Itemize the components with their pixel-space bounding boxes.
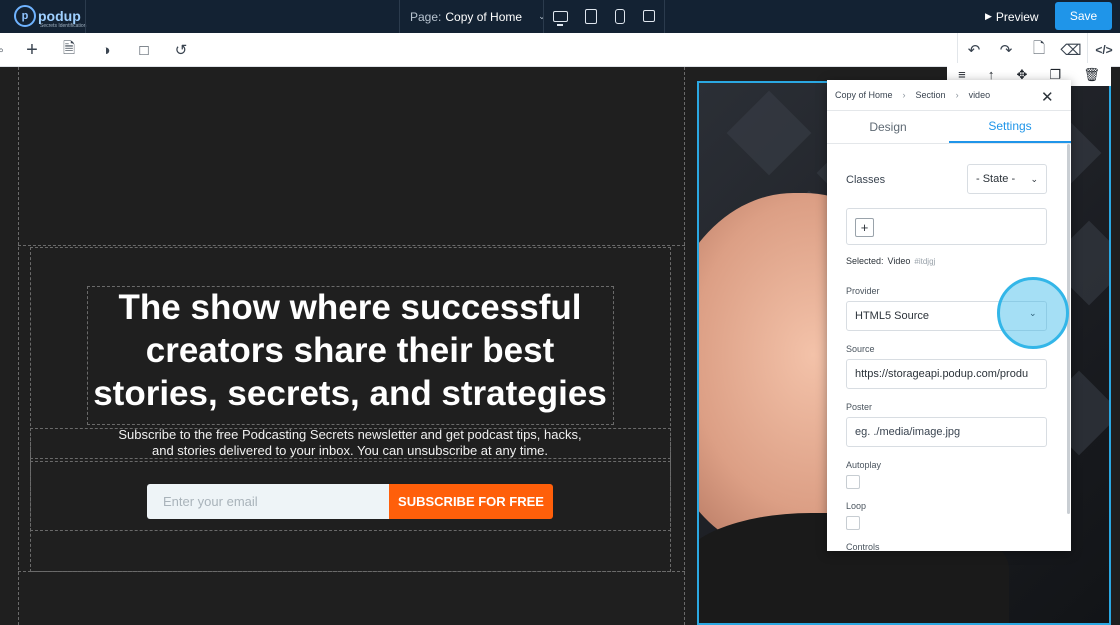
code-view-icon[interactable]: </> — [1095, 41, 1113, 59]
subtext-line: Subscribe to the free Podcasting Secrets… — [118, 427, 582, 442]
play-icon: ▶ — [985, 11, 992, 21]
autoplay-label: Autoplay — [846, 460, 882, 470]
divider — [543, 0, 544, 33]
tab-design[interactable]: Design — [827, 111, 949, 143]
panel-tabs: Design Settings — [827, 110, 1071, 144]
add-icon[interactable]: + — [23, 39, 41, 61]
email-input[interactable]: Enter your email — [147, 484, 389, 519]
logo-subtitle: Secrets Identification — [40, 23, 87, 29]
desktop-icon — [552, 10, 568, 26]
breadcrumb-item[interactable]: Copy of Home — [835, 90, 893, 100]
hero-subtext[interactable]: Subscribe to the free Podcasting Secrets… — [40, 427, 660, 459]
divider — [957, 33, 958, 67]
history-icon[interactable]: ↺ — [172, 41, 190, 59]
panel-scrollbar[interactable] — [1067, 144, 1070, 514]
breadcrumb-item[interactable]: video — [969, 90, 991, 100]
source-input[interactable]: https://storageapi.podup.com/produ — [846, 359, 1047, 389]
trash-icon[interactable]: 🗑 — [1083, 67, 1100, 83]
controls-label: Controls — [846, 542, 880, 551]
divider — [1087, 33, 1088, 67]
selected-element-info: Selected: Video #itdjgj — [846, 256, 935, 266]
eraser-icon[interactable]: ⌫ — [1060, 41, 1081, 59]
logo-mark-icon: p — [14, 5, 36, 27]
save-button[interactable]: Save — [1055, 2, 1112, 30]
breadcrumb-item[interactable]: Section — [916, 90, 946, 100]
code-file-icon[interactable]: 🗋 — [1030, 40, 1048, 59]
autoplay-checkbox[interactable] — [846, 475, 860, 489]
chevron-down-icon: ⌄ — [1030, 173, 1038, 184]
chevron-right-icon: › — [955, 90, 959, 100]
tab-settings[interactable]: Settings — [949, 111, 1071, 143]
selected-label: Selected: — [846, 256, 884, 266]
mobile-view-button[interactable] — [612, 7, 628, 25]
state-select[interactable]: - State - ⌄ — [967, 164, 1047, 194]
loop-label: Loop — [846, 501, 867, 511]
logo-text: podup — [38, 8, 81, 24]
chevron-right-icon: › — [902, 90, 906, 100]
hero-headline[interactable]: The show where successful creators share… — [86, 286, 614, 415]
divider — [399, 0, 400, 33]
tablet-icon — [585, 8, 597, 24]
poster-label: Poster — [846, 402, 873, 412]
backdrop-tile — [726, 90, 812, 176]
classes-label: Classes — [846, 174, 886, 186]
chevron-down-icon[interactable]: ⌄ — [1029, 308, 1037, 319]
redo-icon[interactable]: ↷ — [997, 41, 1015, 59]
palette-icon[interactable]: ◑ — [97, 41, 115, 59]
desktop-view-button[interactable] — [552, 7, 568, 26]
subtext-line: and stories delivered to your inbox. You… — [151, 443, 549, 458]
subscribe-button[interactable]: SUBSCRIBE FOR FREE — [389, 484, 553, 519]
divider — [664, 0, 665, 33]
editor-toolbar: ◦ + 🗎 ◑ □ ↺ ↶ ↷ 🗋 ⌫ </> — [0, 33, 1120, 67]
preview-button[interactable]: ▶ Preview — [985, 0, 1039, 33]
page-value: Copy of Home — [445, 9, 523, 24]
selected-id: #itdjgj — [914, 257, 936, 266]
close-icon[interactable]: ✕ — [1041, 88, 1054, 106]
preview-label: Preview — [995, 9, 1039, 24]
page-label: Page: — [410, 9, 442, 24]
top-bar: p podup Secrets Identification Page: Cop… — [0, 0, 1120, 33]
tablet-view-button[interactable] — [583, 7, 599, 25]
mobile-icon — [615, 8, 625, 24]
bookmark-icon[interactable]: □ — [135, 41, 153, 59]
poster-input[interactable]: eg. ./media/image.jpg — [846, 417, 1047, 447]
page-selector[interactable]: Page: Copy of Home ⌄ — [410, 0, 546, 33]
divider — [85, 0, 86, 33]
state-select-value: - State - — [976, 173, 1016, 185]
undo-icon[interactable]: ↶ — [965, 41, 983, 59]
selected-value: Video — [887, 256, 911, 266]
podup-logo[interactable]: p podup Secrets Identification — [14, 4, 86, 29]
chevron-down-icon: ⌄ — [538, 11, 546, 21]
page-icon[interactable]: 🗎 — [60, 40, 78, 59]
square-icon — [643, 10, 655, 22]
custom-view-button[interactable] — [641, 7, 657, 25]
breadcrumb: Copy of Home › Section › video — [835, 90, 990, 100]
partial-icon[interactable]: ◦ — [0, 41, 10, 59]
source-label: Source — [846, 344, 875, 354]
classes-field[interactable]: + — [846, 208, 1047, 245]
provider-label: Provider — [846, 286, 880, 296]
loop-checkbox[interactable] — [846, 516, 860, 530]
add-class-button[interactable]: + — [855, 218, 874, 237]
